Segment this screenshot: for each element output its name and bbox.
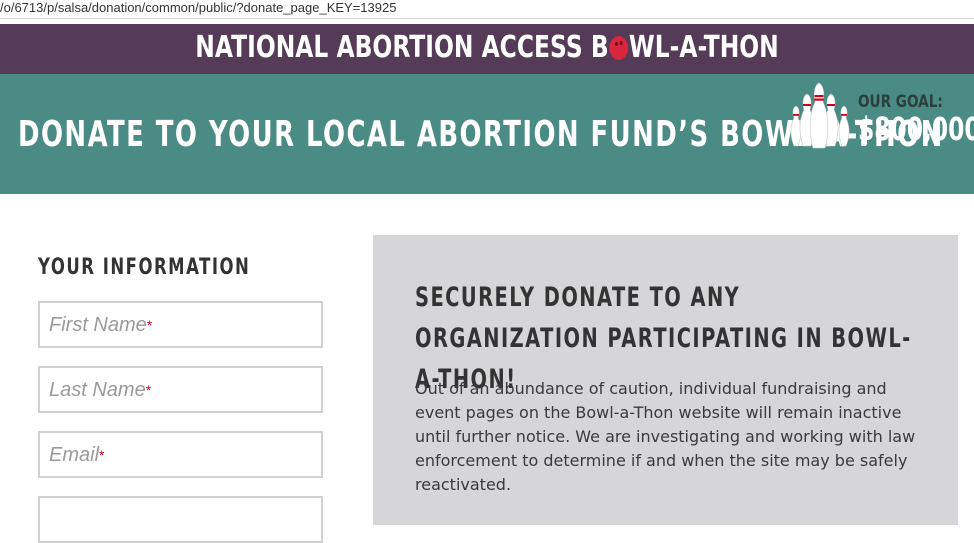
email-placeholder: Email [49,444,100,466]
your-information-section: YOUR INFORMATION First Name* Last Name* … [38,255,328,543]
email-field[interactable]: Email* [38,431,323,478]
goal-value: $800,000 [858,110,974,148]
bowling-pins-icon [790,82,850,149]
site-title: NATIONAL ABORTION ACCESS B WL-A-THON [195,30,778,65]
required-mark: * [146,317,153,333]
required-mark: * [99,447,105,463]
bowling-ball-icon [609,36,629,60]
next-field[interactable] [38,496,323,543]
site-header: NATIONAL ABORTION ACCESS B WL-A-THON [0,24,974,74]
goal-label: OUR GOAL: [858,92,943,112]
first-name-field[interactable]: First Name* [38,301,323,348]
last-name-field[interactable]: Last Name* [38,366,323,413]
last-name-placeholder: Last Name [49,379,146,401]
panel-body: Out of an abundance of caution, individu… [415,379,916,494]
address-bar[interactable]: /o/6713/p/salsa/donation/common/public/?… [0,0,974,19]
info-panel: SECURELY DONATE TO ANY ORGANIZATION PART… [373,235,958,525]
site-title-part-1: NATIONAL ABORTION ACCESS B [195,30,609,65]
donate-banner: DONATE TO YOUR LOCAL ABORTION FUND’S BOW… [0,74,974,194]
first-name-placeholder: First Name [49,314,147,336]
site-title-part-2: WL-A-THON [628,30,779,65]
section-title: YOUR INFORMATION [38,255,251,280]
required-mark: * [145,382,152,398]
url-text: /o/6713/p/salsa/donation/common/public/?… [0,0,397,15]
